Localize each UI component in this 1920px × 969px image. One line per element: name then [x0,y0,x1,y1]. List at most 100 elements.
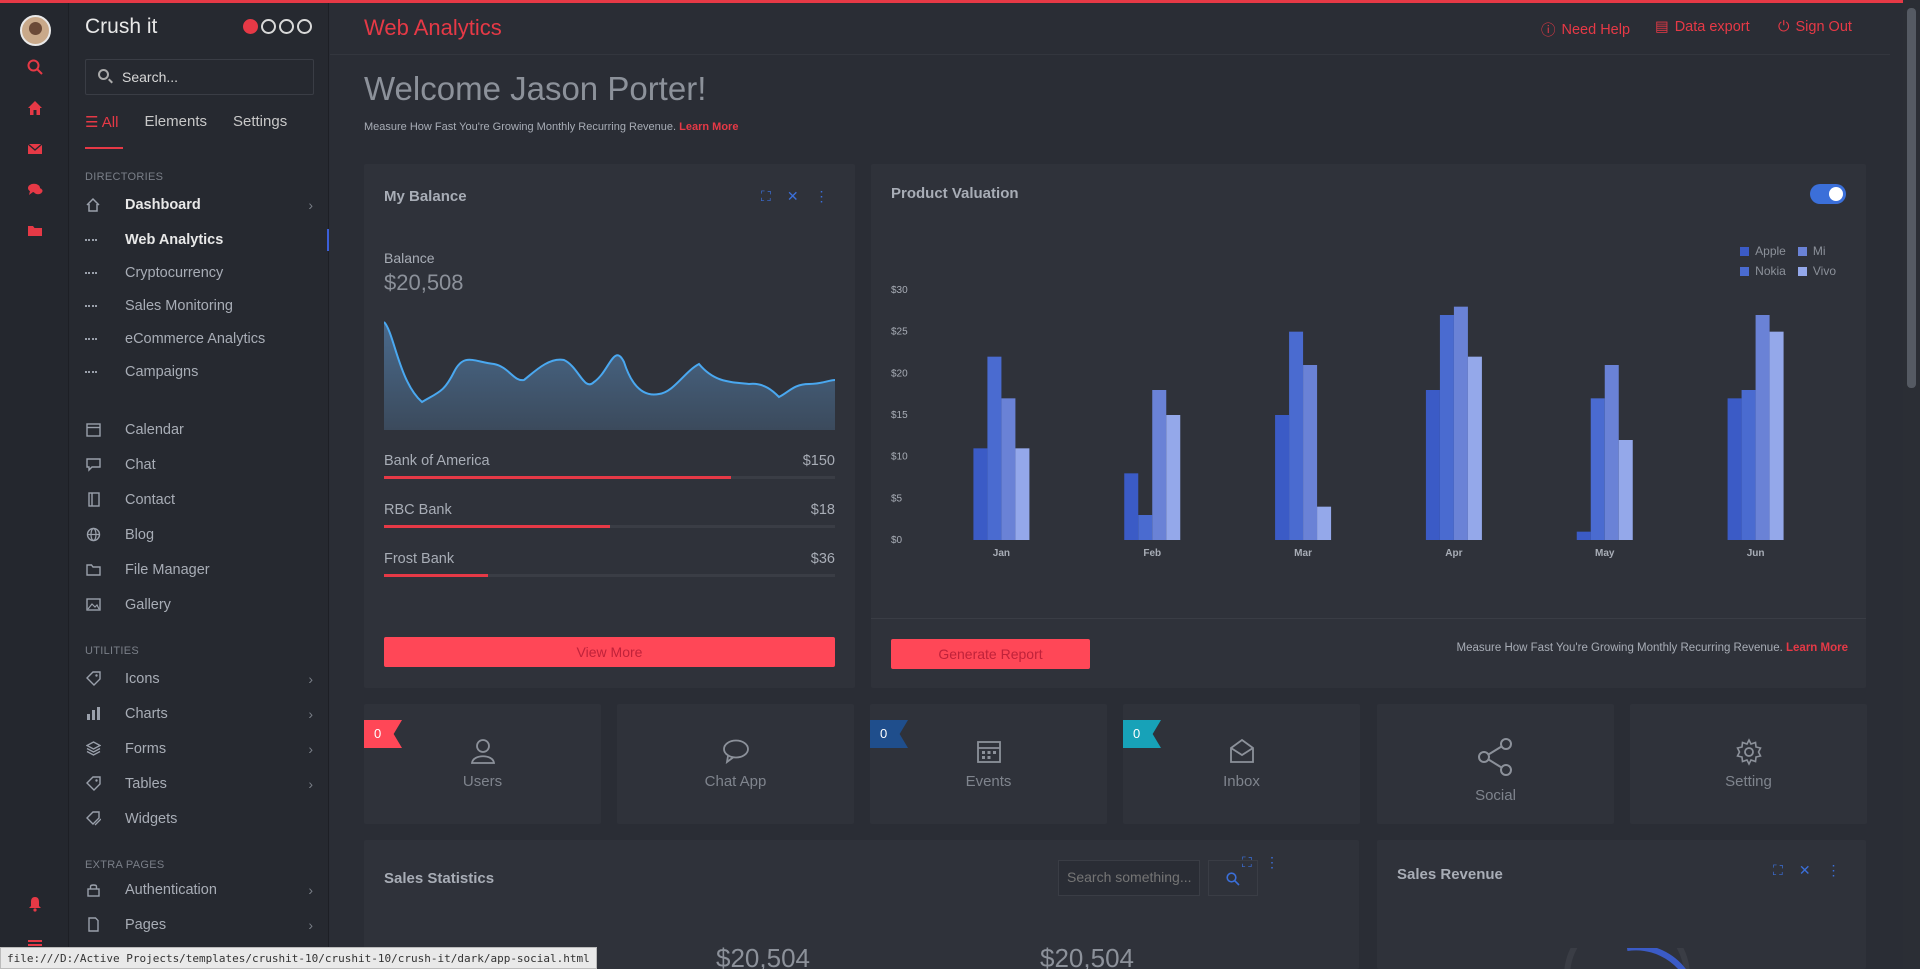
bar-apple[interactable] [1727,398,1742,540]
chat-icon [85,457,101,473]
need-help-link[interactable]: ⓘ Need Help [1541,19,1630,40]
bar-nokia[interactable] [1590,398,1605,540]
scrollbar-thumb[interactable] [1907,8,1916,388]
more-vertical-icon[interactable]: ⋮ [1265,854,1279,871]
bar-mi[interactable] [1152,390,1167,540]
theme-dot-1[interactable] [261,19,276,34]
sidebar-item-icons[interactable]: Icons › [69,664,329,694]
theme-switcher[interactable] [243,19,312,34]
progress-fill [384,525,610,528]
theme-dot-2[interactable] [279,19,294,34]
more-vertical-icon[interactable]: ⋮ [1827,862,1841,879]
learn-more-link[interactable]: Learn More [679,121,738,133]
sidebar-item-contact[interactable]: Contact [69,485,329,515]
sidebar-search-input[interactable] [122,67,302,87]
folder-icon[interactable] [26,223,44,241]
valuation-toggle[interactable] [1810,184,1846,204]
tile-users[interactable]: 0 Users [364,704,601,824]
bar-apple[interactable] [1275,415,1290,540]
close-icon[interactable]: ✕ [787,188,799,205]
tile-setting[interactable]: Setting [1630,704,1867,824]
theme-dot-3[interactable] [297,19,312,34]
tile-social[interactable]: Social [1377,704,1614,824]
tile-events[interactable]: 0 Events [870,704,1107,824]
learn-more-link[interactable]: Learn More [1786,642,1848,654]
bar-mi[interactable] [1453,306,1468,540]
close-icon[interactable]: ✕ [1799,862,1811,879]
sidebar-item-web-analytics[interactable]: Web Analytics [69,225,329,255]
tab-settings[interactable]: Settings [233,113,287,149]
tab-elements[interactable]: Elements [144,113,207,149]
bank-amount: $18 [810,502,835,518]
bar-vivo[interactable] [1015,448,1030,540]
bar-apple[interactable] [1425,390,1440,540]
sidebar-item-tables[interactable]: Tables › [69,769,329,799]
bar-vivo[interactable] [1769,331,1784,540]
bank-amount: $150 [802,453,835,469]
bar-apple[interactable] [973,448,988,540]
sidebar-item-sales-monitoring[interactable]: Sales Monitoring [69,291,329,321]
bar-mi[interactable] [1755,315,1770,540]
data-export-label: Data export [1674,19,1750,35]
sidebar-item-ecommerce-analytics[interactable]: eCommerce Analytics [69,324,329,354]
sidebar-item-file-manager[interactable]: File Manager [69,555,329,585]
sidebar-item-blog[interactable]: Blog [69,520,329,550]
sidebar-item-chat[interactable]: Chat [69,450,329,480]
page-scrollbar[interactable] [1903,0,1920,969]
search-icon[interactable] [26,59,44,77]
bar-nokia[interactable] [1289,331,1304,540]
bar-mi[interactable] [1001,398,1016,540]
bar-nokia[interactable] [1741,390,1756,540]
bar-apple[interactable] [1576,531,1591,540]
sidebar-item-pages[interactable]: Pages › [69,910,329,940]
card-divider [871,618,1866,619]
home-icon[interactable] [26,100,44,118]
bar-vivo[interactable] [1618,440,1633,540]
bar-vivo[interactable] [1467,356,1482,540]
bar-nokia[interactable] [1138,515,1153,540]
sidebar-item-forms[interactable]: Forms › [69,734,329,764]
x-tick-label: May [1595,548,1615,559]
product-valuation-card: Product Valuation Apple Mi Nokia Vivo $0… [871,164,1866,688]
sidebar-item-gallery[interactable]: Gallery [69,590,329,620]
bank-name: RBC Bank [384,502,452,518]
sidebar-item-authentication[interactable]: Authentication › [69,875,329,905]
welcome-title: Welcome Jason Porter! [364,70,707,107]
bar-vivo[interactable] [1317,506,1332,540]
bar-nokia[interactable] [1439,315,1454,540]
expand-icon[interactable]: ⛶ [1773,862,1783,879]
sidebar-item-cryptocurrency[interactable]: Cryptocurrency [69,258,329,288]
sign-out-link[interactable]: ⏻ Sign Out [1778,19,1852,35]
comments-icon[interactable] [26,182,44,200]
icon-rail [0,3,69,969]
search-icon [98,69,109,80]
bar-vivo[interactable] [1166,415,1181,540]
sidebar-item-dashboard[interactable]: Dashboard › [69,190,329,220]
dash-icon [85,371,97,373]
sidebar-item-charts[interactable]: Charts › [69,699,329,729]
more-vertical-icon[interactable]: ⋮ [815,188,829,205]
sidebar-item-campaigns[interactable]: Campaigns [69,357,329,387]
search-button[interactable] [1208,860,1258,896]
expand-icon[interactable]: ⛶ [761,188,771,205]
bar-nokia[interactable] [987,356,1002,540]
share-icon [1377,737,1614,782]
tab-all[interactable]: ☰ All [85,113,124,149]
envelope-icon[interactable] [26,141,44,159]
bar-mi[interactable] [1303,365,1318,540]
theme-dot-red[interactable] [243,19,258,34]
data-export-link[interactable]: ▤ Data export [1655,19,1750,35]
generate-report-button[interactable]: Generate Report [891,639,1090,669]
view-more-button[interactable]: View More [384,637,835,667]
sidebar-item-calendar[interactable]: Calendar [69,415,329,445]
avatar[interactable] [20,15,51,46]
tags-icon [85,811,101,827]
bar-mi[interactable] [1604,365,1619,540]
sidebar-item-label: Gallery [125,597,171,613]
bar-apple[interactable] [1124,473,1139,540]
sidebar-item-widgets[interactable]: Widgets [69,804,329,834]
sales-search-input[interactable] [1067,869,1195,885]
tile-inbox[interactable]: 0 Inbox [1123,704,1360,824]
bell-icon[interactable] [26,896,44,914]
tile-chat-app[interactable]: Chat App [617,704,854,824]
